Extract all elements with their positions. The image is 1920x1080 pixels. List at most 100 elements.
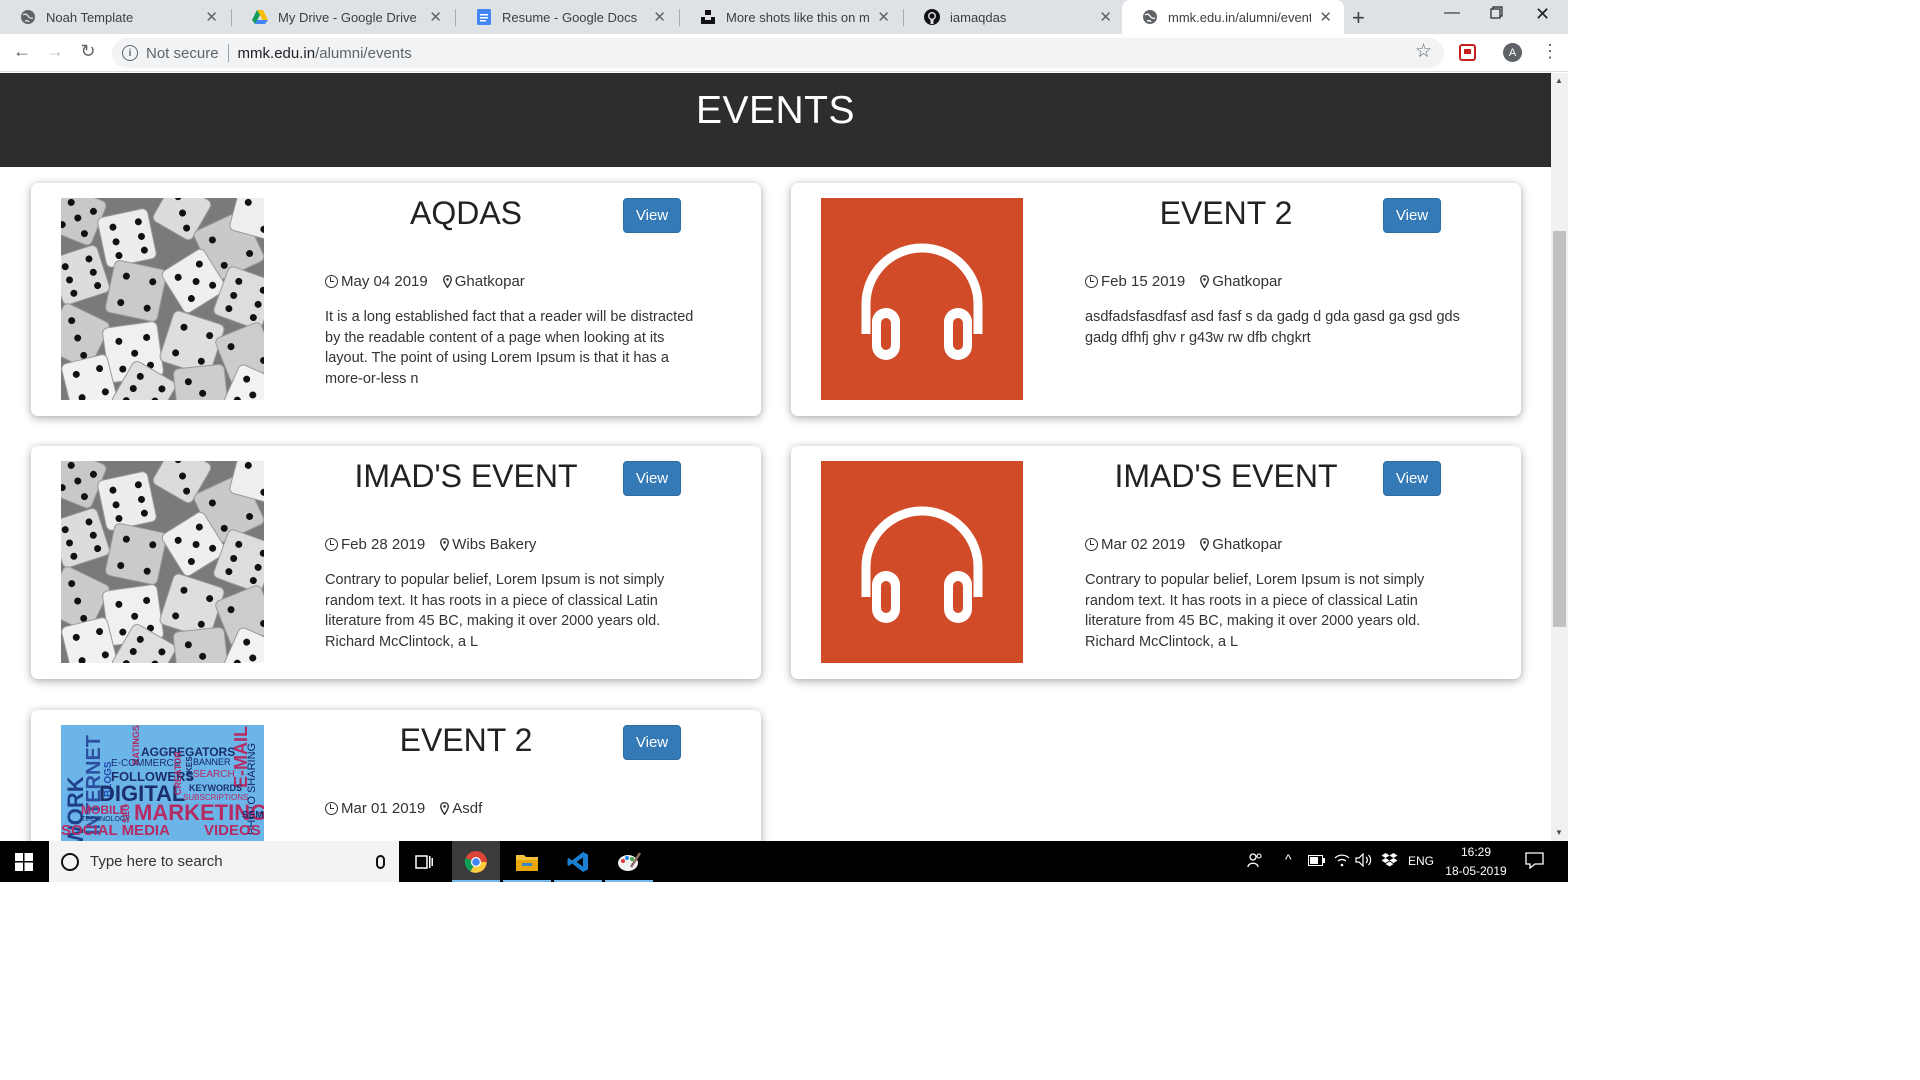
taskbar-date[interactable]: 18-05-2019 <box>1440 864 1512 878</box>
die-shape <box>96 470 158 532</box>
browser-tab[interactable]: My Drive - Google Drive ✕ <box>232 0 454 34</box>
close-tab-icon[interactable]: ✕ <box>877 8 890 26</box>
browser-toolbar: ← → ↻ i Not secure mmk.edu.in/alumni/eve… <box>0 34 1568 72</box>
reload-icon[interactable]: ↻ <box>76 41 100 62</box>
headphones-icon <box>821 461 1023 663</box>
clock-icon <box>1085 538 1098 551</box>
taskbar-search-box[interactable]: Type here to search <box>49 841 399 882</box>
clock-icon <box>325 802 338 815</box>
vscode-icon[interactable] <box>554 841 602 882</box>
profile-avatar[interactable]: A <box>1503 43 1522 62</box>
browser-tab[interactable]: More shots like this on my in ✕ <box>680 0 902 34</box>
event-meta: Feb 28 2019 Wibs Bakery <box>325 536 536 553</box>
forward-arrow-icon[interactable]: → <box>43 41 67 62</box>
globe-icon <box>1142 9 1158 25</box>
view-button[interactable]: View <box>623 461 681 496</box>
windows-start-icon[interactable] <box>15 853 33 876</box>
event-title: IMAD'S EVENT <box>1114 458 1338 494</box>
event-location: Ghatkopar <box>1212 536 1283 553</box>
minimize-icon[interactable]: — <box>1444 4 1460 22</box>
new-tab-button[interactable]: + <box>1352 5 1365 31</box>
map-marker-icon <box>442 275 452 288</box>
wifi-icon[interactable] <box>1334 853 1350 870</box>
dropbox-icon[interactable] <box>1381 852 1398 871</box>
die-shape <box>96 207 158 269</box>
event-card: IMAD'S EVENT View Mar 02 2019 Ghatkopar … <box>791 446 1521 679</box>
people-icon[interactable] <box>1247 852 1263 871</box>
language-indicator[interactable]: ENG <box>1408 854 1434 868</box>
page-viewport: EVENTS AQDAS View May 04 2019 Ghatkopar … <box>0 73 1551 841</box>
task-view-icon[interactable] <box>400 841 448 882</box>
view-button[interactable]: View <box>1383 198 1441 233</box>
event-card: EVENT 2 View Feb 15 2019 Ghatkopar asdfa… <box>791 183 1521 416</box>
info-icon[interactable]: i <box>122 45 138 61</box>
view-button[interactable]: View <box>623 198 681 233</box>
event-image-dice <box>61 461 264 663</box>
map-marker-icon <box>1200 538 1210 551</box>
drive-icon <box>252 9 268 25</box>
event-image-headphones <box>821 198 1023 400</box>
event-card: NETWORK INTERNET BLOGS RATINGS AGGREGATO… <box>31 710 761 841</box>
browser-tab[interactable]: iamaqdas ✕ <box>904 0 1124 34</box>
die-shape <box>103 258 169 324</box>
browser-tab[interactable]: Noah Template ✕ <box>0 0 230 34</box>
close-tab-icon[interactable]: ✕ <box>429 8 442 26</box>
event-location: Wibs Bakery <box>452 536 537 553</box>
volume-icon[interactable] <box>1355 852 1373 870</box>
kebab-menu-icon[interactable]: ⋮ <box>1541 41 1559 62</box>
security-label: Not secure <box>146 44 219 62</box>
event-image-dice <box>61 198 264 400</box>
browser-tab-active[interactable]: mmk.edu.in/alumni/events ✕ <box>1122 0 1344 34</box>
view-button[interactable]: View <box>623 725 681 760</box>
close-tab-icon[interactable]: ✕ <box>653 8 666 26</box>
file-explorer-icon[interactable] <box>503 841 551 882</box>
event-card: AQDAS View May 04 2019 Ghatkopar It is a… <box>31 183 761 416</box>
taskbar-time[interactable]: 16:29 <box>1446 845 1506 859</box>
clock-icon <box>325 275 338 288</box>
close-tab-icon[interactable]: ✕ <box>1099 8 1112 26</box>
clock-icon <box>1085 275 1098 288</box>
event-meta: Mar 01 2019 Asdf <box>325 800 482 817</box>
github-icon <box>924 9 940 25</box>
address-bar[interactable]: i Not secure mmk.edu.in/alumni/events <box>112 38 1444 68</box>
event-meta: May 04 2019 Ghatkopar <box>325 273 525 290</box>
battery-icon[interactable] <box>1308 854 1325 869</box>
page-title: EVENTS <box>695 89 856 132</box>
event-date: Feb 28 2019 <box>341 536 426 553</box>
notification-icon[interactable] <box>1525 852 1544 872</box>
event-title: EVENT 2 <box>399 722 533 758</box>
chevron-up-icon[interactable]: ^ <box>1285 851 1292 867</box>
chrome-taskbar-icon[interactable] <box>452 841 500 882</box>
docs-icon <box>476 9 492 25</box>
url-path: /alumni/events <box>315 44 412 62</box>
unsplash-icon <box>700 9 716 25</box>
event-meta: Mar 02 2019 Ghatkopar <box>1085 536 1282 553</box>
scrollbar-thumb[interactable] <box>1553 231 1566 627</box>
event-title: IMAD'S EVENT <box>354 458 578 494</box>
close-tab-icon[interactable]: ✕ <box>205 8 218 26</box>
event-location: Asdf <box>452 800 483 817</box>
back-arrow-icon[interactable]: ← <box>10 41 34 62</box>
paint-icon[interactable] <box>605 841 653 882</box>
event-date: May 04 2019 <box>341 273 428 290</box>
pocket-extension-icon[interactable] <box>1459 44 1476 61</box>
die-shape <box>103 521 169 587</box>
microphone-icon[interactable] <box>376 854 385 869</box>
event-location: Ghatkopar <box>454 273 525 290</box>
event-meta: Feb 15 2019 Ghatkopar <box>1085 273 1282 290</box>
map-marker-icon <box>440 802 450 815</box>
scroll-down-arrow-icon[interactable]: ▼ <box>1555 828 1563 837</box>
scroll-up-arrow-icon[interactable]: ▲ <box>1555 76 1563 85</box>
close-tab-icon[interactable]: ✕ <box>1319 8 1332 26</box>
event-date: Feb 15 2019 <box>1101 273 1186 290</box>
browser-tab-bar: Noah Template ✕ My Drive - Google Drive … <box>0 0 1568 34</box>
event-location: Ghatkopar <box>1212 273 1283 290</box>
event-image-headphones <box>821 461 1023 663</box>
restore-window-icon[interactable] <box>1490 6 1503 24</box>
globe-icon <box>20 9 36 25</box>
view-button[interactable]: View <box>1383 461 1441 496</box>
bookmark-star-icon[interactable]: ☆ <box>1415 40 1432 63</box>
browser-tab[interactable]: Resume - Google Docs ✕ <box>456 0 678 34</box>
close-window-icon[interactable]: ✕ <box>1535 4 1550 25</box>
page-scrollbar[interactable]: ▲ ▼ <box>1551 73 1568 841</box>
